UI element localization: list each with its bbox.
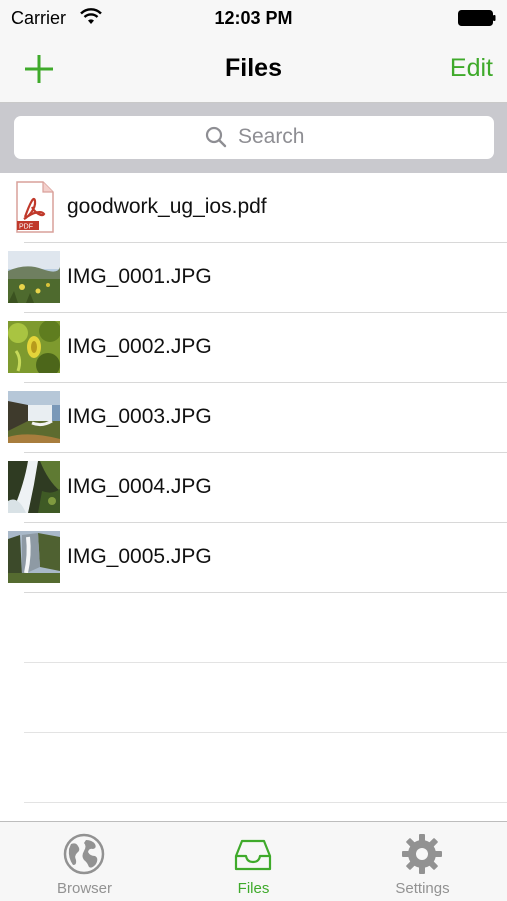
list-item[interactable]: IMG_0004.JPG bbox=[8, 453, 507, 523]
list-item[interactable]: IMG_0005.JPG bbox=[8, 523, 507, 593]
file-list: PDF goodwork_ug_ios.pdf IMG_0001.JPG IMG… bbox=[0, 173, 507, 803]
list-item[interactable]: IMG_0003.JPG bbox=[8, 383, 507, 453]
file-name: IMG_0001.JPG bbox=[67, 265, 212, 288]
list-item[interactable]: IMG_0001.JPG bbox=[8, 243, 507, 313]
file-name: IMG_0005.JPG bbox=[67, 545, 212, 568]
search-bar: Search bbox=[0, 103, 507, 173]
search-input[interactable]: Search bbox=[14, 116, 494, 159]
navigation-bar: Files Edit bbox=[0, 36, 507, 103]
image-thumbnail bbox=[8, 461, 60, 513]
tab-browser[interactable]: Browser bbox=[0, 822, 169, 901]
globe-icon bbox=[63, 833, 105, 875]
add-button[interactable] bbox=[22, 52, 56, 86]
image-thumbnail bbox=[8, 251, 60, 303]
pdf-file-icon: PDF bbox=[16, 181, 54, 233]
tab-files[interactable]: Files bbox=[169, 822, 338, 901]
image-thumbnail bbox=[8, 321, 60, 373]
tab-label: Files bbox=[237, 880, 270, 897]
tab-label: Settings bbox=[395, 880, 450, 897]
file-name: goodwork_ug_ios.pdf bbox=[67, 195, 267, 218]
file-name: IMG_0002.JPG bbox=[67, 335, 212, 358]
battery-icon bbox=[458, 10, 496, 26]
tab-bar: Browser Files Settings bbox=[0, 821, 507, 901]
status-bar: Carrier 12:03 PM bbox=[0, 0, 507, 36]
file-name: IMG_0004.JPG bbox=[67, 475, 212, 498]
clock: 12:03 PM bbox=[214, 8, 293, 28]
file-name: IMG_0003.JPG bbox=[67, 405, 212, 428]
empty-row bbox=[24, 593, 507, 663]
image-thumbnail bbox=[8, 531, 60, 583]
empty-row bbox=[24, 663, 507, 733]
empty-row bbox=[24, 733, 507, 803]
inbox-tray-icon bbox=[234, 839, 272, 871]
list-item[interactable]: PDF goodwork_ug_ios.pdf bbox=[16, 173, 507, 243]
tab-label: Browser bbox=[56, 880, 112, 897]
tab-settings[interactable]: Settings bbox=[338, 822, 507, 901]
plus-icon bbox=[25, 55, 53, 83]
search-placeholder: Search bbox=[237, 125, 305, 148]
list-item[interactable]: IMG_0002.JPG bbox=[8, 313, 507, 383]
page-title: Files bbox=[225, 54, 282, 82]
edit-button[interactable]: Edit bbox=[450, 54, 493, 83]
pdf-badge: PDF bbox=[19, 224, 33, 231]
image-thumbnail bbox=[8, 391, 60, 443]
gear-icon bbox=[402, 834, 442, 874]
search-icon bbox=[205, 126, 226, 148]
